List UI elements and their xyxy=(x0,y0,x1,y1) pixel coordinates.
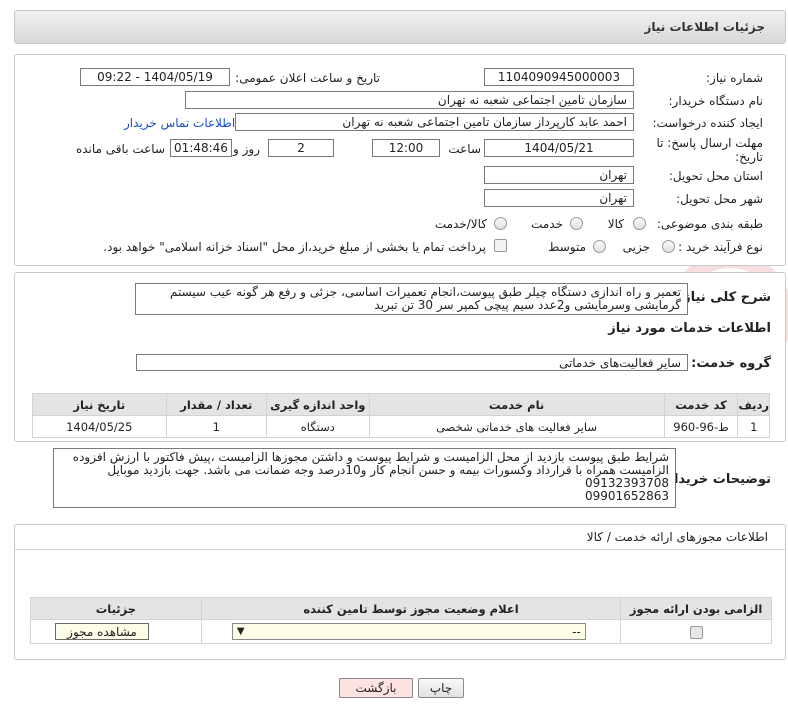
table-row: ▼ -- مشاهده مجوز xyxy=(30,619,772,644)
summary-label: شرح کلی نیاز: xyxy=(677,290,771,305)
creator-field: احمد عابد کارپرداز سازمان تامین اجتماعی … xyxy=(235,113,634,131)
back-button[interactable]: بازگشت xyxy=(339,678,413,698)
province-label: استان محل تحویل: xyxy=(668,169,763,183)
deadline-time-field: 12:00 xyxy=(372,139,440,157)
deadline-label: مهلت ارسال پاسخ: تا تاریخ: xyxy=(656,136,763,164)
days-label: روز و xyxy=(233,142,260,156)
category-goods-label: کالا xyxy=(607,217,624,231)
col-need-date: تاریخ نیاز xyxy=(32,393,167,416)
category-goods-service-radio[interactable] xyxy=(494,217,507,230)
col-permit-details: جزئیات xyxy=(30,597,202,620)
permits-table: الزامی بودن ارائه مجوز اعلام وضعیت مجوز … xyxy=(30,597,772,644)
col-unit: واحد اندازه گیری xyxy=(266,393,370,416)
remaining-days-field: 2 xyxy=(268,139,334,157)
remaining-time-field: 01:48:46 xyxy=(170,139,232,157)
buyer-org-field: سازمان تامین اجتماعی شعبه نه تهران xyxy=(185,91,634,109)
cell-need-date: 1404/05/25 xyxy=(32,415,167,438)
need-number-label: شماره نیاز: xyxy=(706,71,763,85)
deadline-label-line1: مهلت ارسال پاسخ: تا xyxy=(656,136,763,150)
col-quantity: تعداد / مقدار xyxy=(165,393,268,416)
print-button[interactable]: چاپ xyxy=(418,678,464,698)
cell-row: 1 xyxy=(737,415,770,438)
summary-textarea: تعمیر و راه اندازی دستگاه چیلر طبق پیوست… xyxy=(135,283,688,315)
chevron-down-icon: ▼ xyxy=(236,626,245,637)
process-minor-label: جزیی xyxy=(622,240,650,254)
announce-field: 1404/05/19 - 09:22 xyxy=(80,68,230,86)
treasury-payment-checkbox[interactable] xyxy=(494,239,507,252)
services-heading: اطلاعات خدمات مورد نیاز xyxy=(608,321,771,336)
table-row: 1 ط-96-960 سایر فعالیت های خدماتی شخصی د… xyxy=(32,415,770,438)
process-medium-label: متوسط xyxy=(548,240,586,254)
announce-label: تاریخ و ساعت اعلان عمومی: xyxy=(235,71,380,85)
permits-heading: اطلاعات مجوزهای ارائه خدمت / کالا xyxy=(586,530,768,544)
treasury-payment-note: پرداخت تمام یا بخشی از مبلغ خرید،از محل … xyxy=(103,240,486,254)
services-table: ردیف کد خدمت نام خدمت واحد اندازه گیری ت… xyxy=(32,393,770,438)
view-permit-button[interactable]: مشاهده مجوز xyxy=(55,623,149,640)
cell-service-code: ط-96-960 xyxy=(663,415,739,438)
col-permit-status: اعلام وضعیت مجوز توسط تامین کننده xyxy=(200,597,622,620)
permit-status-value: -- xyxy=(572,624,581,639)
permits-table-header: الزامی بودن ارائه مجوز اعلام وضعیت مجوز … xyxy=(30,597,772,620)
col-row: ردیف xyxy=(737,393,770,416)
creator-label: ایجاد کننده درخواست: xyxy=(652,116,763,130)
category-service-radio[interactable] xyxy=(570,217,583,230)
page-header: جزئیات اطلاعات نیاز xyxy=(14,10,786,44)
category-goods-radio[interactable] xyxy=(633,217,646,230)
col-service-name: نام خدمت xyxy=(368,393,665,416)
permit-status-select[interactable]: ▼ -- xyxy=(231,623,586,640)
deadline-date-field: 1404/05/21 xyxy=(484,139,634,157)
buyer-notes-line: 09132393708 xyxy=(585,476,669,490)
permits-divider xyxy=(14,549,786,550)
cell-service-name: سایر فعالیت های خدماتی شخصی xyxy=(368,415,665,438)
province-field: تهران xyxy=(484,166,634,184)
deadline-time-label: ساعت xyxy=(448,142,481,156)
process-minor-radio[interactable] xyxy=(662,240,675,253)
service-group-field: سایر فعالیت‌های خدماتی xyxy=(136,354,688,371)
category-label: طبقه بندی موضوعی: xyxy=(656,217,763,231)
buyer-contact-link[interactable]: اطلاعات تماس خریدار xyxy=(124,116,235,130)
buyer-org-label: نام دستگاه خریدار: xyxy=(668,94,764,108)
service-group-label: گروه خدمت: xyxy=(691,356,771,371)
services-table-header: ردیف کد خدمت نام خدمت واحد اندازه گیری ت… xyxy=(32,393,770,416)
category-goods-service-label: کالا/خدمت xyxy=(434,217,487,231)
cell-quantity: 1 xyxy=(165,415,268,438)
process-medium-radio[interactable] xyxy=(593,240,606,253)
permit-required-checkbox xyxy=(689,625,703,639)
buyer-notes-line: الزامیست همراه با قرارداد وکسورات بیمه و… xyxy=(107,463,669,477)
deadline-label-line2: تاریخ: xyxy=(735,150,763,164)
city-field: تهران xyxy=(484,189,634,207)
city-label: شهر محل تحویل: xyxy=(676,192,763,206)
col-service-code: کد خدمت xyxy=(663,393,739,416)
buyer-notes-textarea: شرایط طبق پیوست بازدید از محل الزامیست و… xyxy=(53,448,676,508)
buyer-notes-label: توضیحات خریدار: xyxy=(661,472,771,487)
process-type-label: نوع فرآیند خرید : xyxy=(678,240,763,254)
cell-unit: دستگاه xyxy=(266,415,370,438)
remaining-label: ساعت باقی مانده xyxy=(75,142,165,156)
col-permit-required: الزامی بودن ارائه مجوز xyxy=(620,597,772,620)
category-service-label: خدمت xyxy=(531,217,563,231)
page-title: جزئیات اطلاعات نیاز xyxy=(644,20,765,34)
buyer-notes-line: 09901652863 xyxy=(585,489,669,503)
need-number-field: 1104090945000003 xyxy=(484,68,634,86)
